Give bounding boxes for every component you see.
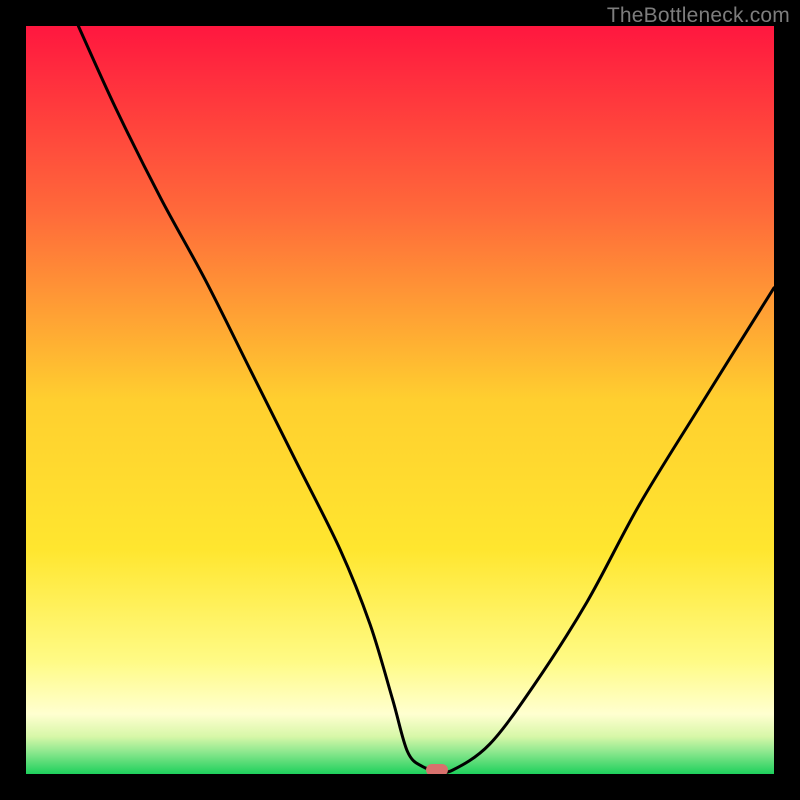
- plot-area: [26, 26, 774, 774]
- chart-frame: TheBottleneck.com: [0, 0, 800, 800]
- background-gradient: [26, 26, 774, 774]
- watermark-text: TheBottleneck.com: [607, 4, 790, 28]
- optimal-marker: [426, 764, 448, 774]
